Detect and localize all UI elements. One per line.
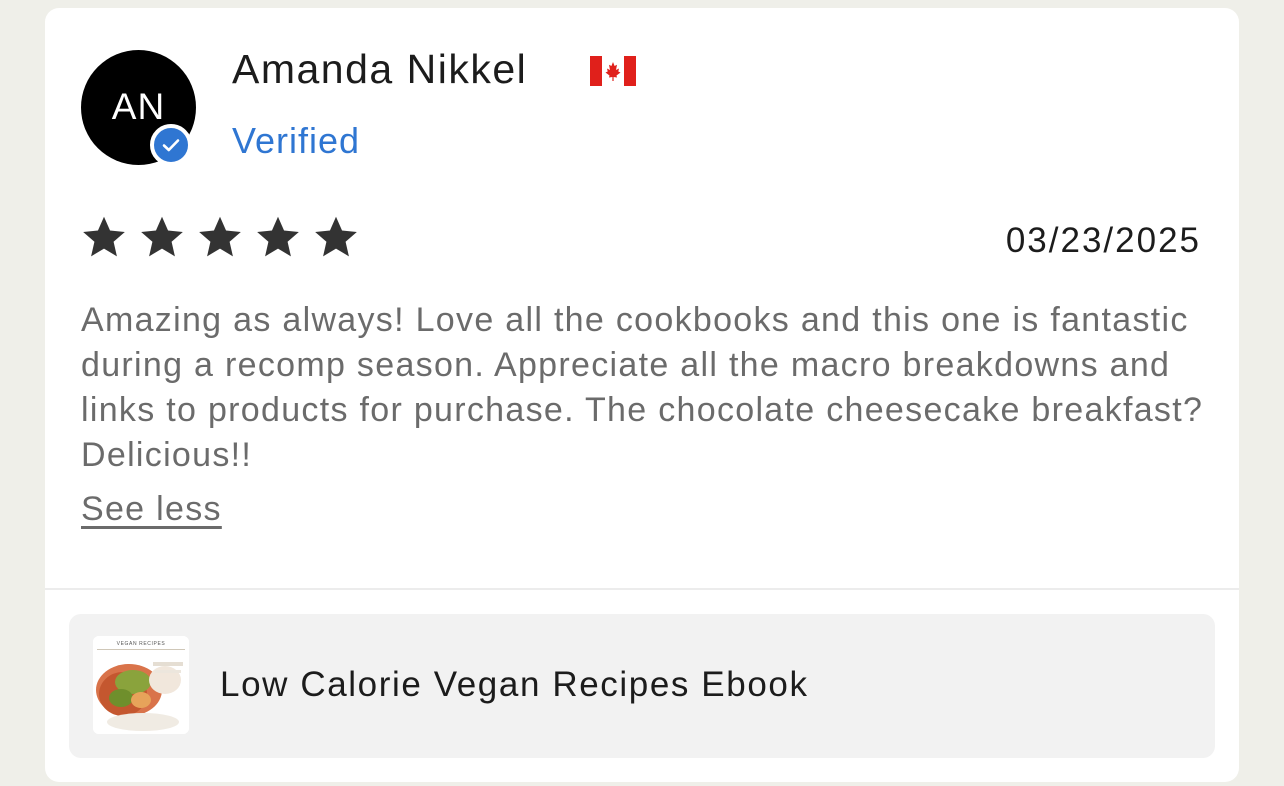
star-icon (83, 216, 125, 257)
divider (45, 588, 1239, 590)
review-date: 03/23/2025 (1005, 221, 1201, 260)
avatar-initials: AN (111, 85, 166, 127)
verified-label: Verified (232, 120, 361, 161)
review-text: Amazing as always! Love all the cookbook… (81, 301, 1204, 474)
see-less-link[interactable]: See less (81, 490, 222, 529)
star-icon (199, 216, 241, 257)
thumbnail-caption: VEGAN RECIPES (117, 641, 166, 647)
ebook-cover-image: VEGAN RECIPES (93, 636, 189, 734)
star-rating (79, 213, 361, 263)
canada-flag-icon (590, 56, 636, 86)
product-link[interactable]: VEGAN RECIPES Low Calorie Vegan Recipes … (69, 614, 1215, 758)
verified-check-icon (150, 124, 192, 166)
star-icon (257, 216, 299, 257)
product-thumbnail: VEGAN RECIPES (93, 636, 189, 734)
star-icon (141, 216, 183, 257)
reviewer-name: Amanda Nikkel (232, 46, 528, 92)
review-card: AN Amanda Nikkel Verified 03/23/2025 Ama… (45, 8, 1239, 782)
star-icon (315, 216, 357, 257)
product-title: Low Calorie Vegan Recipes Ebook (220, 665, 809, 704)
